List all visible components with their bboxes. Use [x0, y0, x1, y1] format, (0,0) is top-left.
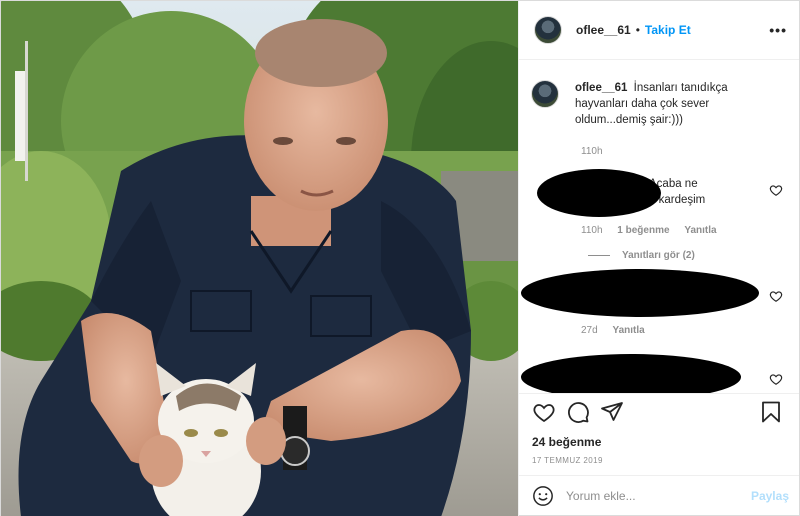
bookmark-icon[interactable]	[759, 400, 783, 424]
add-comment-bar: Paylaş	[519, 474, 799, 516]
comment-item: Acaba ne n kardeşim	[531, 169, 799, 225]
comments-list[interactable]: oflee__61 İnsanları tanıdıkça hayvanları…	[519, 60, 799, 393]
comment-icon[interactable]	[566, 400, 590, 424]
smile-icon[interactable]	[532, 485, 554, 507]
avatar[interactable]	[531, 80, 559, 109]
caption-body: oflee__61 İnsanları tanıdıkça hayvanları…	[575, 80, 765, 128]
comment-time: 110h	[581, 225, 603, 237]
caption: oflee__61 İnsanları tanıdıkça hayvanları…	[531, 80, 799, 128]
like-comment-icon[interactable]	[769, 372, 783, 386]
caption-time: 110h	[581, 146, 603, 158]
post-date: 17 TEMMUZ 2019	[532, 455, 603, 465]
reply-button[interactable]: Yanıtla	[684, 225, 716, 236]
comment-meta: 27d Yanıtla	[581, 325, 799, 336]
caption-username[interactable]: oflee__61	[575, 82, 627, 94]
reply-button[interactable]: Yanıtla	[612, 325, 644, 336]
post-photo[interactable]	[1, 1, 518, 516]
like-comment-icon[interactable]	[769, 183, 783, 197]
heart-icon[interactable]	[532, 400, 556, 424]
separator-dot: •	[635, 23, 640, 38]
like-comment-icon[interactable]	[769, 289, 783, 303]
redaction-blot	[537, 169, 661, 218]
redaction-blot	[521, 269, 759, 318]
comment-likes[interactable]: 1 beğenme	[617, 225, 669, 236]
redaction-blot	[521, 354, 741, 393]
username-link[interactable]: oflee__61	[576, 23, 631, 37]
share-icon[interactable]	[600, 400, 624, 424]
comment-item	[521, 348, 799, 393]
view-replies-label[interactable]: Yanıtları gör (2)	[622, 250, 695, 261]
post-side-panel: oflee__61 • Takip Et ••• oflee__61 İnsan…	[518, 1, 799, 516]
replies-divider	[588, 255, 610, 257]
more-options-icon[interactable]: •••	[769, 22, 787, 38]
post-actions	[519, 392, 799, 431]
avatar[interactable]	[534, 16, 562, 45]
post-photo-illustration	[1, 1, 518, 516]
caption-meta: 110h	[581, 146, 799, 157]
comment-meta: 110h 1 beğenme Yanıtla	[581, 225, 799, 236]
comment-input[interactable]	[566, 489, 751, 504]
post-header: oflee__61 • Takip Et •••	[519, 1, 799, 61]
view-replies[interactable]: Yanıtları gör (2)	[588, 250, 799, 261]
post-comment-button[interactable]: Paylaş	[751, 489, 789, 503]
post-viewer: oflee__61 • Takip Et ••• oflee__61 İnsan…	[0, 0, 800, 516]
follow-button[interactable]: Takip Et	[645, 23, 691, 37]
likes-count[interactable]: 24 beğenme	[519, 431, 799, 449]
comment-item	[521, 269, 799, 325]
comment-time: 27d	[581, 325, 598, 337]
